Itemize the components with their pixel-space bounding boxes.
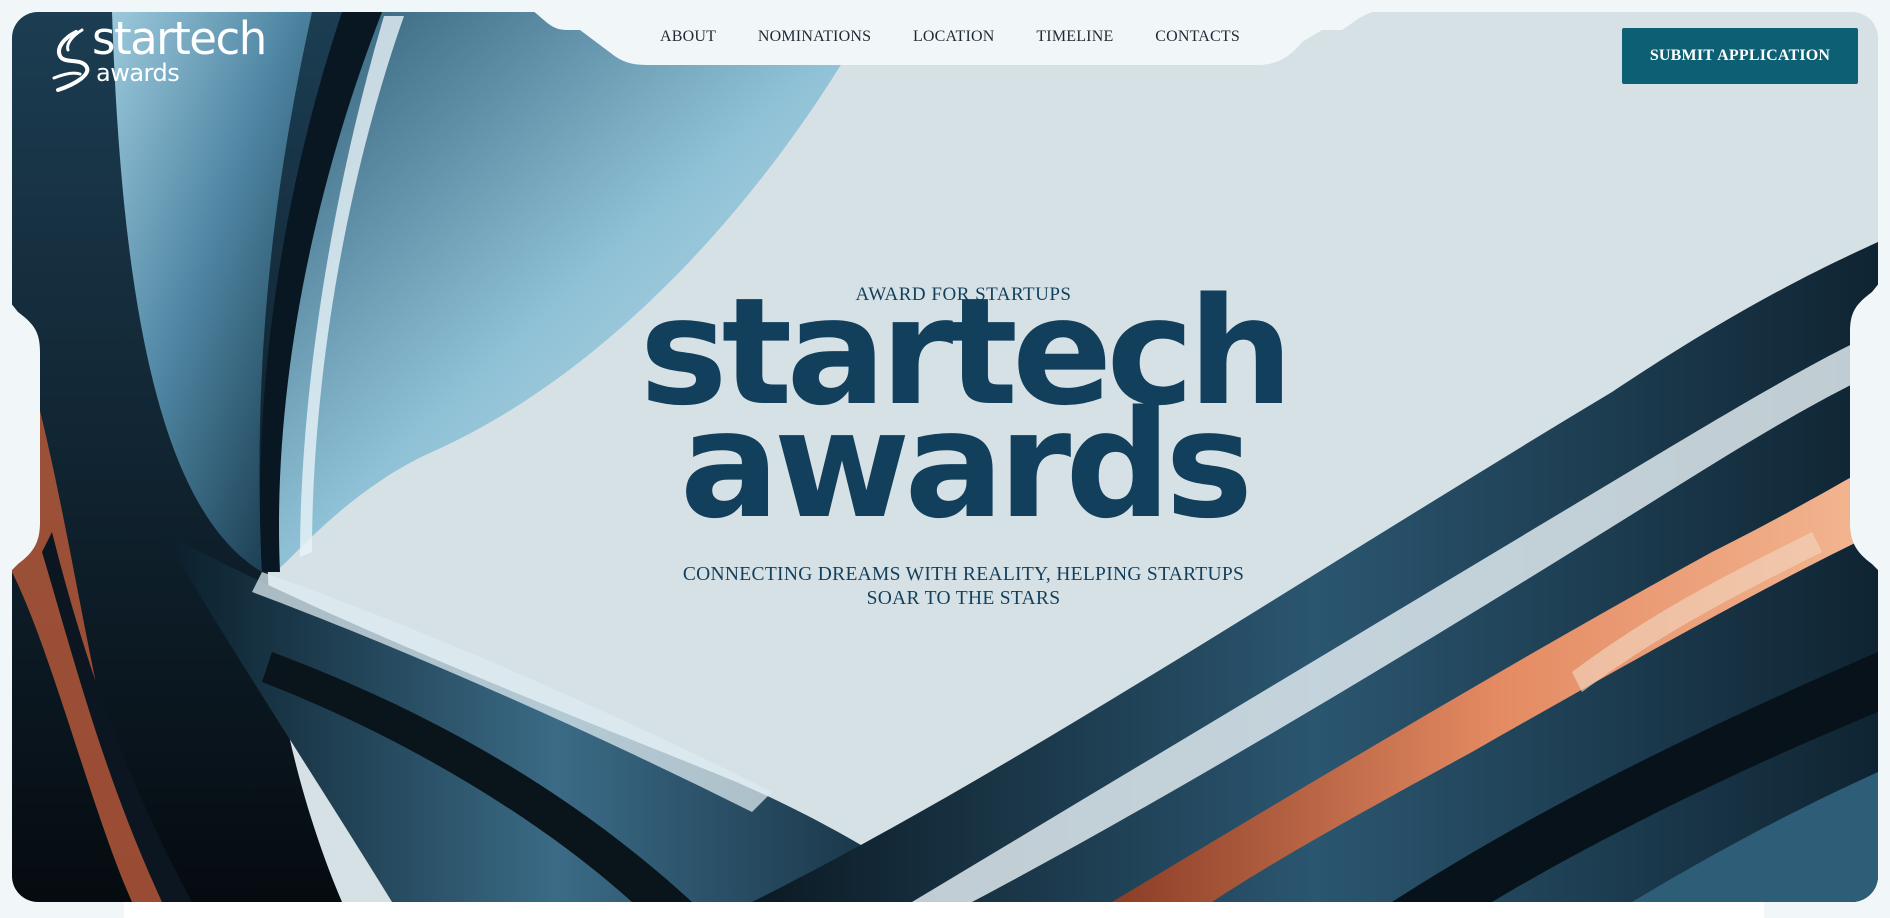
main-nav: ABOUT NOMINATIONS LOCATION TIMELINE CONT… bbox=[660, 26, 1240, 48]
submit-application-button[interactable]: SUBMIT APPLICATION bbox=[1622, 28, 1858, 84]
nav-location[interactable]: LOCATION bbox=[913, 28, 995, 46]
logo-swoosh-icon bbox=[52, 28, 90, 92]
nav-about[interactable]: ABOUT bbox=[660, 28, 716, 46]
hero-subtitle-line2: SOAR TO THE STARS bbox=[866, 588, 1061, 609]
hero-subtitle: CONNECTING DREAMS WITH REALITY, HELPING … bbox=[660, 563, 1267, 611]
hero-title: startech awards bbox=[560, 278, 1367, 551]
site-logo[interactable]: startech awards bbox=[50, 16, 280, 96]
nav-contacts[interactable]: CONTACTS bbox=[1155, 28, 1240, 46]
page: startech awards ABOUT NOMINATIONS LOCATI… bbox=[0, 0, 1890, 918]
bottom-strip bbox=[124, 902, 1764, 918]
hero-subtitle-line1: CONNECTING DREAMS WITH REALITY, HELPING … bbox=[682, 564, 1245, 585]
logo-subword: awards bbox=[96, 59, 180, 87]
nav-timeline[interactable]: TIMELINE bbox=[1036, 28, 1113, 46]
logo-wordmark: startech bbox=[92, 12, 267, 65]
nav-nominations[interactable]: NOMINATIONS bbox=[758, 28, 871, 46]
hero-title-line2: awards bbox=[679, 379, 1254, 551]
